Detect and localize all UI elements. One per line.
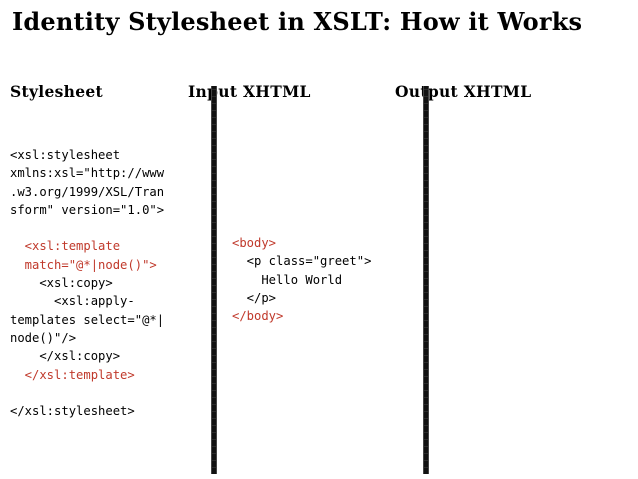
column-heading-output: Output XHTML — [395, 82, 532, 101]
stylesheet-code-block: <xsl:stylesheet xmlns:xsl="http://www .w… — [10, 146, 164, 420]
code-line-highlighted: <body> — [232, 236, 277, 250]
input-code-block: <body> <p class="greet"> Hello World </p… — [232, 234, 371, 325]
code-line-highlighted: match="@*|node()"> — [10, 257, 157, 272]
column-heading-input: Input XHTML — [188, 82, 311, 101]
code-line-highlighted: <xsl:template — [10, 239, 121, 254]
code-line: </p> — [232, 290, 277, 305]
code-line: node()"/> — [10, 330, 77, 345]
column-divider-left — [211, 86, 217, 474]
code-line: Hello World — [232, 272, 343, 287]
code-line-highlighted: </body> — [232, 309, 284, 324]
code-line: sform" version="1.0"> — [10, 202, 165, 217]
column-heading-stylesheet: Stylesheet — [10, 82, 103, 101]
code-line: .w3.org/1999/XSL/Tran — [10, 184, 165, 199]
code-line: <xsl:apply- — [10, 294, 135, 309]
code-line: </xsl:stylesheet> — [10, 404, 135, 419]
code-line: <xsl:stylesheet — [10, 148, 121, 162]
code-line: templates select="@*| — [10, 312, 165, 327]
code-line: <p class="greet"> — [232, 254, 372, 269]
code-line: <xsl:copy> — [10, 276, 113, 291]
code-line: </xsl:copy> — [10, 349, 121, 364]
code-line: xmlns:xsl="http://www — [10, 166, 165, 181]
code-line-highlighted: </xsl:template> — [10, 367, 135, 382]
slide-title: Identity Stylesheet in XSLT: How it Work… — [12, 7, 583, 36]
column-divider-right — [423, 86, 429, 474]
